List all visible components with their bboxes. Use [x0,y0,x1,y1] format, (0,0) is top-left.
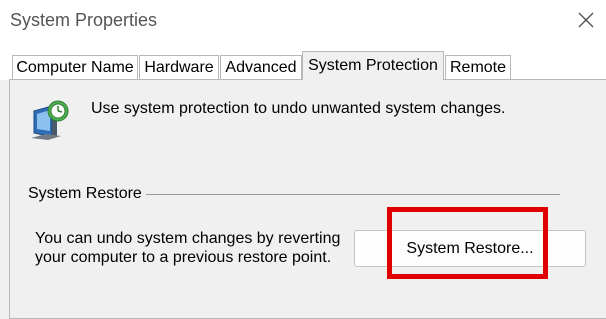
title-bar: System Properties [0,0,606,40]
close-icon[interactable] [575,9,597,31]
description-line-1: You can undo system changes by reverting [35,230,341,247]
protection-intro-text: Use system protection to undo unwanted s… [91,100,506,117]
window-title: System Properties [10,10,158,30]
tab-advanced[interactable]: Advanced [220,55,302,79]
system-restore-group-label: System Restore [28,185,142,202]
system-restore-description: You can undo system changes by reverting… [35,229,355,267]
group-divider [146,194,560,195]
highlight-box [387,207,548,279]
tab-system-protection[interactable]: System Protection [302,51,444,80]
tab-hardware[interactable]: Hardware [139,55,219,79]
tab-computer-name[interactable]: Computer Name [12,55,138,79]
tab-remote[interactable]: Remote [445,55,511,79]
description-line-2: your computer to a previous restore poin… [35,249,332,266]
system-protection-icon [28,97,76,145]
